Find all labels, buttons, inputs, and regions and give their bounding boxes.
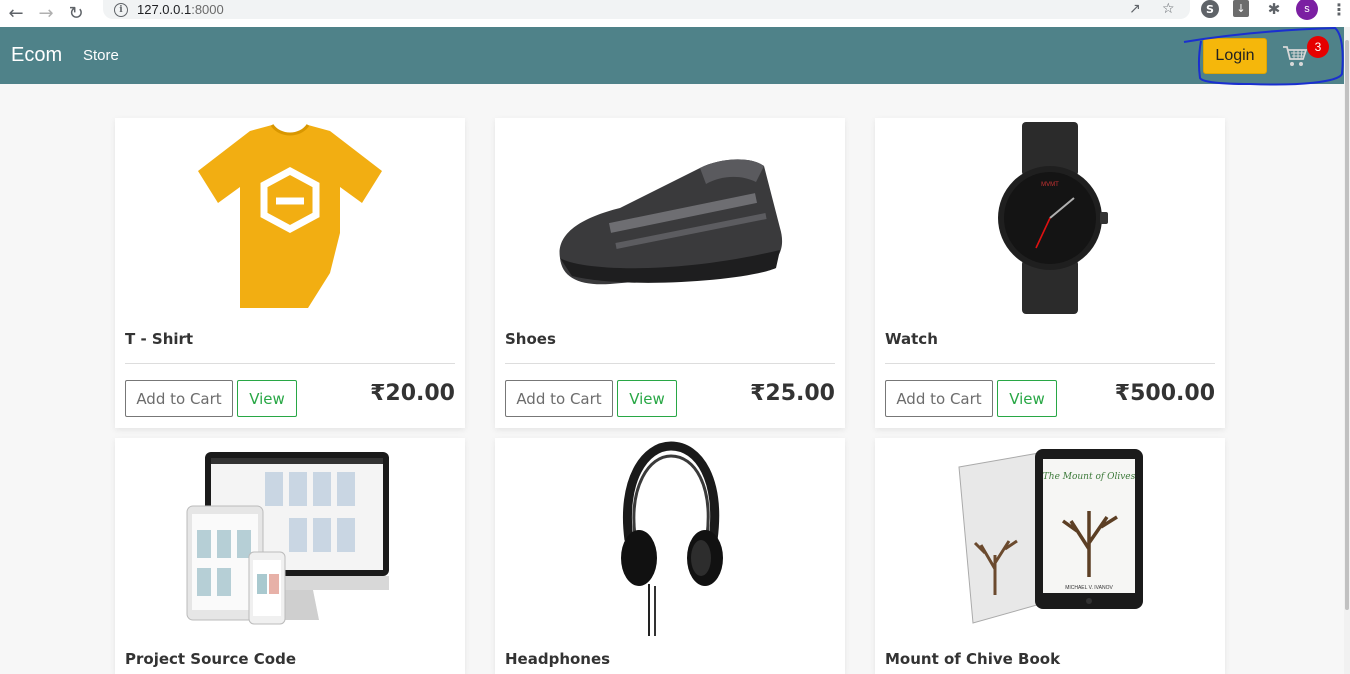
- product-card: T - Shirt Add to Cart View ₹20.00: [115, 118, 465, 428]
- view-button[interactable]: View: [997, 380, 1057, 417]
- product-price: ₹20.00: [370, 381, 455, 406]
- share-icon[interactable]: ↗: [1129, 1, 1141, 17]
- browser-toolbar: ← → ↻ i 127.0.0.1:8000 ↗ ☆ S ↓ ✱ s ⋮: [0, 0, 1350, 27]
- shoes-image[interactable]: [495, 118, 845, 318]
- menu-kebab-icon[interactable]: ⋮: [1330, 0, 1348, 19]
- product-title: Headphones: [505, 650, 611, 668]
- book-image[interactable]: The Mount of Olives MICHAEL V. IVANOV: [875, 438, 1225, 638]
- address-bar[interactable]: i 127.0.0.1:8000 ↗ ☆: [103, 0, 1190, 19]
- product-title: Project Source Code: [125, 650, 296, 668]
- divider: [125, 363, 455, 364]
- add-to-cart-button[interactable]: Add to Cart: [505, 380, 613, 417]
- product-card: Headphones: [495, 438, 845, 674]
- url-text: 127.0.0.1:8000: [137, 2, 224, 17]
- svg-text:MVMT: MVMT: [1041, 182, 1059, 188]
- product-card: Project Source Code: [115, 438, 465, 674]
- back-icon[interactable]: ←: [5, 3, 27, 25]
- cart-count-badge: 3: [1307, 36, 1329, 58]
- site-info-icon[interactable]: i: [114, 2, 128, 17]
- divider: [885, 363, 1215, 364]
- product-title: Mount of Chive Book: [885, 650, 1061, 668]
- add-to-cart-button[interactable]: Add to Cart: [885, 380, 993, 417]
- skype-extension-icon[interactable]: S: [1201, 0, 1219, 18]
- shopping-cart-icon[interactable]: [1282, 44, 1308, 68]
- add-to-cart-button[interactable]: Add to Cart: [125, 380, 233, 417]
- download-extension-icon[interactable]: ↓: [1233, 0, 1249, 17]
- store-nav-link[interactable]: Store: [83, 47, 119, 64]
- bookmark-star-icon[interactable]: ☆: [1162, 1, 1175, 17]
- brand-logo[interactable]: Ecom: [11, 44, 62, 67]
- divider: [505, 363, 835, 364]
- svg-text:The Mount of Olives: The Mount of Olives: [1043, 472, 1136, 482]
- headphones-image[interactable]: [495, 438, 845, 638]
- watch-image[interactable]: MVMT: [875, 118, 1225, 318]
- view-button[interactable]: View: [237, 380, 297, 417]
- reload-icon[interactable]: ↻: [65, 3, 87, 25]
- page-scrollbar-thumb[interactable]: [1345, 40, 1349, 610]
- product-card: The Mount of Olives MICHAEL V. IVANOV Mo…: [875, 438, 1225, 674]
- product-title: T - Shirt: [125, 330, 194, 348]
- view-button[interactable]: View: [617, 380, 677, 417]
- product-price: ₹25.00: [750, 381, 835, 406]
- product-title: Shoes: [505, 330, 556, 348]
- product-price: ₹500.00: [1114, 381, 1215, 406]
- product-title: Watch: [885, 330, 938, 348]
- devices-image[interactable]: [115, 438, 465, 638]
- login-button[interactable]: Login: [1203, 38, 1267, 74]
- svg-text:MICHAEL V. IVANOV: MICHAEL V. IVANOV: [1065, 585, 1113, 591]
- product-card: Shoes Add to Cart View ₹25.00: [495, 118, 845, 428]
- profile-avatar[interactable]: s: [1296, 0, 1318, 20]
- forward-icon[interactable]: →: [35, 3, 57, 25]
- extensions-puzzle-icon[interactable]: ✱: [1265, 0, 1283, 18]
- tshirt-image[interactable]: [115, 118, 465, 318]
- product-card: MVMT Watch Add to Cart View ₹500.00: [875, 118, 1225, 428]
- site-navbar: Ecom Store Login 3: [0, 27, 1344, 84]
